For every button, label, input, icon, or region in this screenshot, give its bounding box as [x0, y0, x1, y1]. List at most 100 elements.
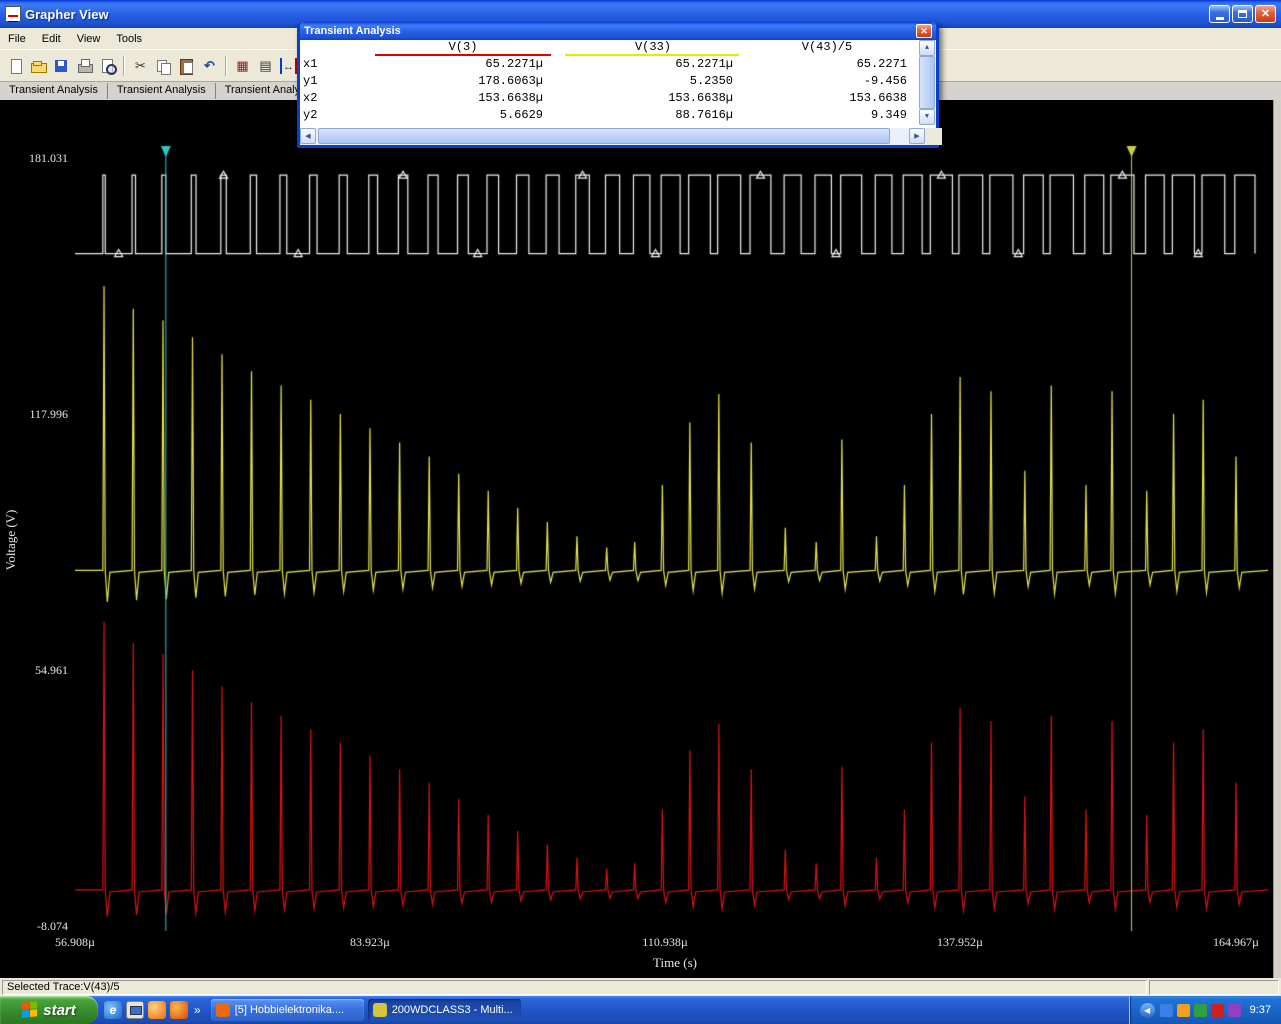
internet-explorer-icon[interactable]: e	[104, 1001, 122, 1019]
legend-icon	[257, 58, 274, 74]
taskbar-clock: 9:37	[1249, 1004, 1271, 1016]
start-button-label: start	[43, 1001, 76, 1019]
tab-transient-analysis-1[interactable]: Transient Analysis	[0, 83, 108, 99]
column-header: V(43)/5	[739, 40, 919, 57]
task-label: 200WDCLASS3 - Multi...	[391, 1004, 513, 1016]
y-axis-label: Voltage (V)	[3, 509, 18, 571]
toolbar-separator	[225, 55, 227, 76]
x-tick-label: 110.938µ	[642, 935, 688, 949]
scroll-left-button[interactable]: ◀	[300, 128, 316, 144]
print-preview-icon	[99, 58, 117, 75]
x-tick-label: 164.967µ	[1213, 935, 1259, 949]
task-label: [5] Hobbielektronika....	[234, 1004, 345, 1016]
cursor-table: V(3) V(33) V(43)/5 x1 65.2271µ 65.2271µ 65.227…	[300, 40, 936, 125]
media-player-icon[interactable]	[148, 1001, 166, 1019]
y-tick-label: 181.031	[29, 151, 68, 165]
scroll-down-button[interactable]: ▼	[919, 109, 935, 125]
new-document-icon	[7, 58, 24, 74]
hide-tray-icons-chevron[interactable]: ◀	[1139, 1002, 1155, 1018]
cursor-value-cell: 5.2350	[689, 74, 733, 88]
menu-tools[interactable]: Tools	[108, 30, 150, 48]
open-folder-button[interactable]	[27, 54, 50, 78]
plot-area: Voltage (V) Time (s) 56.908µ 83.923µ 110.9…	[0, 100, 1273, 978]
row-label-y1: y1	[303, 74, 318, 88]
start-button[interactable]: start	[0, 996, 98, 1024]
menu-view[interactable]: View	[69, 30, 109, 48]
grapher-view-window: Grapher View ✕ FileEditViewTools Transie…	[0, 0, 1281, 1024]
app-icon	[5, 6, 21, 22]
taskbar-task-1[interactable]: [5] Hobbielektronika....	[210, 999, 364, 1021]
print-button[interactable]	[73, 54, 96, 78]
undo-icon	[201, 58, 218, 74]
windows-logo-icon	[22, 1001, 38, 1019]
task-icon	[215, 1003, 230, 1017]
menu-edit[interactable]: Edit	[34, 30, 69, 48]
toolbar-separator	[123, 55, 125, 76]
save-button[interactable]	[50, 54, 73, 78]
column-header-label: V(3)	[375, 40, 551, 56]
open-folder-icon	[30, 58, 47, 74]
cursor-value-cell: 153.6638	[849, 91, 907, 105]
save-icon	[53, 58, 70, 74]
column-header: V(33)	[555, 40, 745, 57]
taskbar-task-2[interactable]: 200WDCLASS3 - Multi...	[367, 999, 521, 1021]
security-tray-icon[interactable]	[1210, 1003, 1224, 1017]
column-header-label: V(43)/5	[739, 40, 915, 56]
volume-tray-icon[interactable]	[1159, 1003, 1173, 1017]
grid-icon	[234, 58, 251, 74]
vscroll-thumb[interactable]	[919, 56, 935, 109]
paste-button[interactable]	[175, 54, 198, 78]
scroll-up-button[interactable]: ▲	[919, 40, 935, 56]
cursor-window[interactable]: Transient Analysis ✕ V(3) V(33) V(43)/5 x1 6…	[297, 22, 942, 148]
cursor-window-hscrollbar[interactable]: ◀ ▶	[300, 128, 942, 145]
tab-transient-analysis-2[interactable]: Transient Analysis	[108, 83, 216, 99]
undo-button[interactable]	[198, 54, 221, 78]
status-bar: Selected Trace:V(43)/5	[0, 978, 1281, 996]
system-tray: ◀ 9:37	[1128, 996, 1281, 1024]
plot-scrollbar[interactable]	[1273, 100, 1281, 978]
new-document-button[interactable]	[4, 54, 27, 78]
cursor-window-vscrollbar[interactable]: ▲ ▼	[919, 40, 936, 125]
scroll-right-button[interactable]: ▶	[909, 128, 925, 144]
corner-cell	[300, 40, 322, 57]
close-button[interactable]: ✕	[1255, 5, 1276, 23]
status-panel: Selected Trace:V(43)/5	[2, 979, 1147, 995]
y-tick-label: 54.961	[35, 663, 68, 677]
row-label-x2: x2	[303, 91, 318, 105]
cut-button[interactable]	[129, 54, 152, 78]
print-icon	[76, 58, 93, 74]
cursor-value-cell: 65.2271	[856, 57, 907, 71]
quick-launch-overflow-chevron[interactable]: »	[192, 1003, 203, 1017]
restore-button[interactable]	[1232, 5, 1253, 23]
x-tick-label: 137.952µ	[937, 935, 983, 949]
copy-button[interactable]	[152, 54, 175, 78]
window-title: Grapher View	[25, 6, 109, 22]
updates-tray-icon[interactable]	[1176, 1003, 1190, 1017]
cursor-window-title-bar[interactable]: Transient Analysis ✕	[300, 22, 936, 40]
firefox-icon[interactable]	[170, 1001, 188, 1019]
cursor-value-cell: 153.6638µ	[668, 91, 733, 105]
menu-file[interactable]: File	[0, 30, 34, 48]
messenger-tray-icon[interactable]	[1227, 1003, 1241, 1017]
grid-button[interactable]	[231, 54, 254, 78]
cursors-icon	[280, 57, 297, 74]
minimize-button[interactable]	[1209, 5, 1230, 23]
hscroll-thumb[interactable]	[318, 128, 890, 144]
column-header: V(3)	[322, 40, 555, 57]
y-tick-label: -8.074	[37, 919, 68, 933]
transient-analysis-chart[interactable]	[0, 100, 1273, 978]
cursor-value-cell: 178.6063µ	[478, 74, 543, 88]
cursor-value-cell: 5.6629	[499, 108, 543, 122]
task-icon	[372, 1003, 387, 1017]
cursor-value-cell: 65.2271µ	[485, 57, 543, 71]
show-desktop-icon[interactable]	[126, 1001, 144, 1019]
cursor-window-close-button[interactable]: ✕	[916, 24, 932, 38]
print-preview-button[interactable]	[96, 54, 119, 78]
x-tick-label: 56.908µ	[55, 935, 95, 949]
row-label-x1: x1	[303, 57, 318, 71]
legend-button[interactable]	[254, 54, 277, 78]
cut-icon	[132, 58, 149, 74]
antivirus-tray-icon[interactable]	[1193, 1003, 1207, 1017]
cursor-value-cell: -9.456	[863, 74, 907, 88]
scrollbar-corner	[925, 128, 942, 145]
